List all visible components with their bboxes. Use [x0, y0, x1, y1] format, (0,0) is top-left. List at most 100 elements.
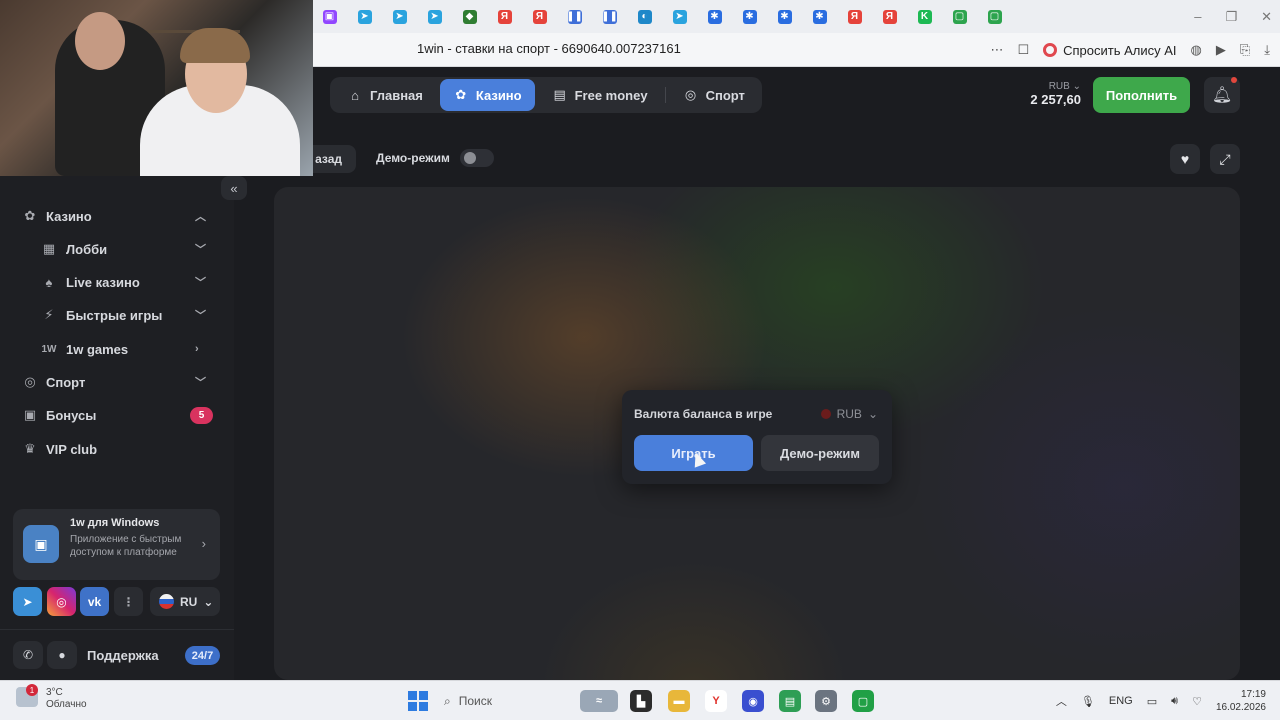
globe-icon[interactable]: ◍	[1191, 42, 1202, 58]
sidebar-item-lobby[interactable]: ▦ Лобби ﹀	[0, 234, 234, 264]
deposit-button[interactable]: Пополнить	[1093, 77, 1190, 113]
browser-tab[interactable]: K	[907, 0, 942, 33]
kick-icon: K	[917, 9, 932, 24]
input-language[interactable]: ENG	[1109, 695, 1133, 707]
nav-item-sport[interactable]: ◎ Спорт	[670, 79, 758, 111]
file-explorer-icon[interactable]: ▬	[668, 690, 690, 712]
collapse-sidebar-button[interactable]: «	[221, 176, 247, 200]
task-view-icon[interactable]: ▙	[630, 690, 652, 712]
browser-tab[interactable]: ▢	[942, 0, 977, 33]
start-button[interactable]	[408, 691, 428, 711]
sidebar-item-1w-games[interactable]: 1W 1w games ›	[0, 334, 234, 364]
windows-app-promo[interactable]: ▣ 1w для Windows Приложение с быстрым до…	[13, 509, 220, 580]
windows-app-icon: ▣	[23, 525, 59, 563]
close-icon[interactable]: ✕	[1261, 9, 1272, 25]
microphone-icon[interactable]: 🎙︎	[1081, 695, 1095, 708]
yandex-browser-icon[interactable]: Y	[705, 690, 727, 712]
volume-icon[interactable]: 🔊︎	[1171, 695, 1178, 708]
bookmark-icon[interactable]: ☐	[1017, 42, 1029, 58]
restore-icon[interactable]: ❐	[1225, 9, 1237, 25]
demo-mode-toggle[interactable]	[460, 149, 494, 167]
browser-tab[interactable]: ✱	[697, 0, 732, 33]
browser-tab[interactable]: ◐	[627, 0, 662, 33]
favorite-button[interactable]: ♥	[1170, 144, 1200, 174]
balance-display[interactable]: RUB ⌄ 2 257,60	[1025, 81, 1081, 107]
nav-casino-label: Казино	[475, 87, 522, 103]
taskbar-search[interactable]: ⌕ Поиск	[444, 689, 564, 713]
browser-tab[interactable]: ❚❚	[557, 0, 592, 33]
browser-tab[interactable]: Я	[872, 0, 907, 33]
taskbar-clock[interactable]: 17:19 16.02.2026	[1216, 688, 1266, 714]
browser-tab[interactable]: ➤	[347, 0, 382, 33]
browser-tab[interactable]: ▣	[312, 0, 347, 33]
browser-tab[interactable]: ❚❚	[592, 0, 627, 33]
play-icon[interactable]: ▶	[1216, 42, 1226, 58]
sidebar-item-casino[interactable]: ✿ Казино ︿	[0, 201, 234, 231]
browser-tab[interactable]: ➤	[417, 0, 452, 33]
1w-logo-icon: 1W	[41, 343, 57, 355]
download-icon[interactable]: ⤓	[1264, 42, 1270, 58]
nav-item-free-money[interactable]: ▤ Free money	[539, 79, 661, 111]
instagram-button[interactable]: ◎	[47, 587, 76, 616]
vk-button[interactable]: vk	[80, 587, 109, 616]
settings-icon[interactable]: ⚙	[815, 690, 837, 712]
ask-alice-button[interactable]: Спросить Алису AI	[1043, 43, 1177, 58]
browser-tab[interactable]: ✱	[802, 0, 837, 33]
battery-icon[interactable]: ♡	[1192, 695, 1202, 708]
browser-tab[interactable]: ➤	[662, 0, 697, 33]
browser-tab[interactable]: ✱	[732, 0, 767, 33]
sidebar-item-fast-games[interactable]: ⚡︎ Быстрые игры ﹀	[0, 300, 234, 330]
chat-app-icon: ▢	[952, 9, 967, 24]
webcam-person-right-hair	[180, 28, 250, 63]
web-app-icon[interactable]: ◉	[742, 690, 764, 712]
widgets-icon[interactable]: ≈	[580, 690, 618, 712]
notepad-icon[interactable]: ▤	[779, 690, 801, 712]
translate-icon[interactable]: ⎘	[1240, 42, 1250, 58]
support-phone-button[interactable]: ✆	[13, 641, 43, 669]
minimize-icon[interactable]: –	[1194, 9, 1201, 24]
network-icon[interactable]: ▭	[1147, 695, 1157, 708]
telegram-icon: ➤	[392, 9, 407, 24]
notifications-button[interactable]: 🔔︎	[1204, 77, 1240, 113]
support-label[interactable]: Поддержка	[87, 648, 159, 663]
sidebar-label: 1w games	[66, 341, 129, 357]
demo-mode-button[interactable]: Демо-режим	[761, 435, 879, 471]
green-app-icon: ◆	[462, 9, 477, 24]
more-icon[interactable]: ⋯	[990, 42, 1003, 58]
chevron-up-icon[interactable]: ︿	[1056, 693, 1067, 709]
browser-tab[interactable]: ▢	[977, 0, 1012, 33]
telegram-button[interactable]: ➤	[13, 587, 42, 616]
sidebar-label: VIP club	[46, 441, 98, 457]
gift-icon: ▣	[23, 407, 37, 422]
nav-item-casino[interactable]: ✿ Казино	[439, 79, 535, 111]
browser-tab[interactable]: ◆	[452, 0, 487, 33]
sidebar-item-vip-club[interactable]: ♛ VIP club	[0, 434, 234, 464]
language-select[interactable]: RU ⌄	[150, 587, 220, 616]
weather-widget[interactable]: 1 3°C Облачно	[16, 684, 87, 711]
pause-icon: ❚❚	[566, 9, 583, 24]
sidebar-divider	[0, 629, 234, 630]
browser-tab[interactable]: ➤	[382, 0, 417, 33]
browser-tab[interactable]: ✱	[767, 0, 802, 33]
support-chat-button[interactable]: ●	[47, 641, 77, 669]
snowflake-icon: ✱	[812, 9, 827, 24]
chat-app-icon[interactable]: ▢	[852, 690, 874, 712]
nav-item-home[interactable]: ⌂ Главная	[334, 79, 436, 111]
demo-mode-label: Демо-режим	[376, 151, 450, 165]
browser-tab[interactable]: Я	[837, 0, 872, 33]
expand-icon: ⤢	[1219, 150, 1231, 167]
telegram-icon: ➤	[357, 9, 372, 24]
browser-tab[interactable]: Я	[487, 0, 522, 33]
fullscreen-button[interactable]: ⤢	[1210, 144, 1240, 174]
pause-icon: ❚❚	[601, 9, 618, 24]
page-title[interactable]: 1win - ставки на спорт - 6690640.0072371…	[417, 41, 681, 56]
casino-chip-icon: ✿	[24, 208, 36, 223]
currency-value: RUB	[836, 407, 862, 421]
more-socials-button[interactable]: ⋮	[114, 587, 143, 616]
sidebar-item-live-casino[interactable]: ♠ Live казино ﹀	[0, 267, 234, 297]
sidebar-item-sport[interactable]: ◎ Спорт ﹀	[0, 367, 234, 397]
browser-tab[interactable]: Я	[522, 0, 557, 33]
more-vertical-icon: ⋮	[122, 594, 135, 609]
currency-select[interactable]: RUB ⌄	[820, 407, 878, 421]
sidebar-item-bonuses[interactable]: ▣ Бонусы 5	[0, 400, 234, 430]
